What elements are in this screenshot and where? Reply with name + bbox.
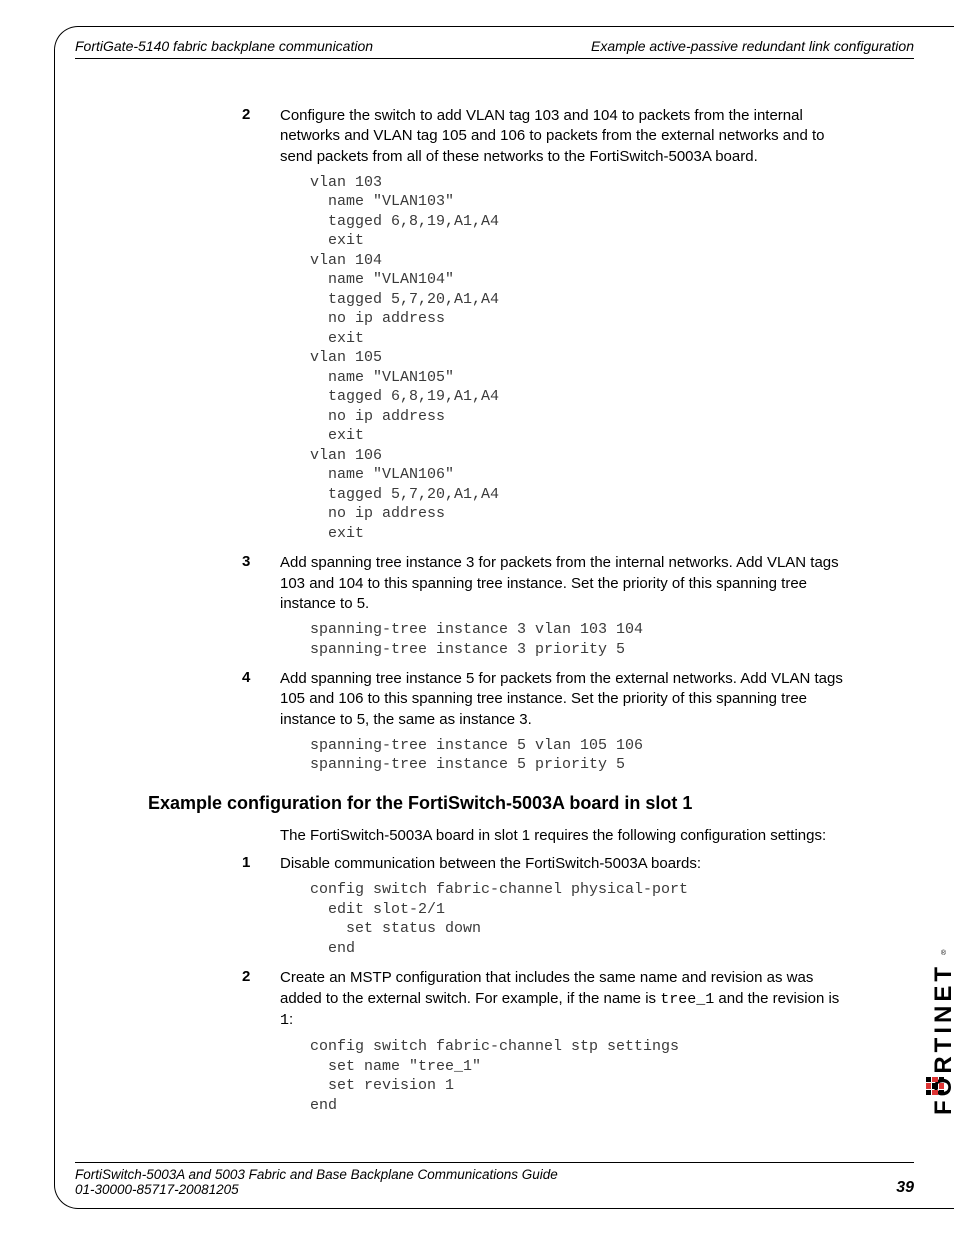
section-intro: The FortiSwitch-5003A board in slot 1 re… xyxy=(280,826,848,846)
step-4a: 4 Add spanning tree instance 5 for packe… xyxy=(242,669,848,775)
step-2a: 2 Configure the switch to add VLAN tag 1… xyxy=(242,106,848,543)
step-2b: 2 Create an MSTP configuration that incl… xyxy=(242,968,848,1115)
header-right: Example active-passive redundant link co… xyxy=(591,38,914,54)
inline-code: tree_1 xyxy=(660,991,714,1008)
page-number: 39 xyxy=(896,1179,914,1197)
header-left: FortiGate-5140 fabric backplane communic… xyxy=(75,38,373,54)
step-text: Configure the switch to add VLAN tag 103… xyxy=(280,106,848,167)
step-3a: 3 Add spanning tree instance 3 for packe… xyxy=(242,553,848,659)
step-1b: 1 Disable communication between the Fort… xyxy=(242,854,848,958)
page-footer: FortiSwitch-5003A and 5003 Fabric and Ba… xyxy=(75,1162,914,1197)
logo-icon xyxy=(926,1077,944,1095)
footer-line2: 01-30000-85717-20081205 xyxy=(75,1182,558,1197)
step-text: Add spanning tree instance 3 for packets… xyxy=(280,553,848,614)
page-header: FortiGate-5140 fabric backplane communic… xyxy=(75,38,914,59)
text-part: : xyxy=(289,1011,293,1028)
step-text: Add spanning tree instance 5 for packets… xyxy=(280,669,848,730)
step-number: 2 xyxy=(242,106,280,123)
footer-line1: FortiSwitch-5003A and 5003 Fabric and Ba… xyxy=(75,1167,558,1182)
step-text: Create an MSTP configuration that includ… xyxy=(280,968,848,1031)
text-part: and the revision is xyxy=(714,990,839,1007)
inline-code: 1 xyxy=(280,1012,289,1029)
section-heading: Example configuration for the FortiSwitc… xyxy=(148,793,848,814)
step-number: 2 xyxy=(242,968,280,985)
code-block: config switch fabric-channel physical-po… xyxy=(310,880,848,958)
fortinet-logo: ® FORTINET xyxy=(926,955,948,1135)
footer-left: FortiSwitch-5003A and 5003 Fabric and Ba… xyxy=(75,1167,558,1197)
page-content: 2 Configure the switch to add VLAN tag 1… xyxy=(148,106,848,1125)
registered-mark: ® xyxy=(941,950,946,957)
code-block: spanning-tree instance 5 vlan 105 106 sp… xyxy=(310,736,848,775)
code-block: config switch fabric-channel stp setting… xyxy=(310,1037,848,1115)
step-number: 3 xyxy=(242,553,280,570)
step-number: 4 xyxy=(242,669,280,686)
code-block: spanning-tree instance 3 vlan 103 104 sp… xyxy=(310,620,848,659)
step-number: 1 xyxy=(242,854,280,871)
step-text: Disable communication between the FortiS… xyxy=(280,854,701,874)
code-block: vlan 103 name "VLAN103" tagged 6,8,19,A1… xyxy=(310,173,848,544)
